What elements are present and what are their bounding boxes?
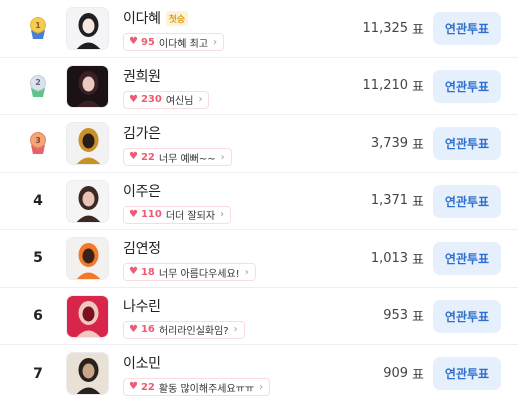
contestant-name: 이주은: [123, 183, 161, 200]
ranking-row[interactable]: 5 김연정 ♥ 18 너무 아름다우세요! › 1,013 표 연관투표: [0, 230, 518, 288]
rank: 5: [22, 230, 54, 287]
gold-medal-icon: 1: [29, 17, 47, 40]
vote-count: 11,210 표: [362, 78, 424, 96]
ranking-row[interactable]: 4 이주은 ♥ 110 더더 잘되자 › 1,371 표 연관투표: [0, 173, 518, 230]
vote-count: 11,325 표: [362, 20, 424, 38]
vote-count: 3,739 표: [370, 135, 424, 153]
cheer-message: 활동 많이해주세요ㅠㅠ: [158, 383, 255, 395]
avatar[interactable]: [66, 237, 109, 280]
chevron-right-icon: ›: [198, 94, 203, 105]
contestant-name: 이소민: [123, 356, 161, 372]
rank-number: 5: [33, 250, 43, 267]
related-vote-button[interactable]: 연관투표: [433, 69, 501, 103]
contestant-name: 김연정: [123, 241, 161, 257]
avatar[interactable]: [66, 294, 109, 338]
heart-icon: ♥: [129, 93, 138, 105]
cheer-message: 여신님: [165, 96, 194, 107]
heart-count: 22: [140, 151, 155, 163]
first-win-badge: 첫승: [165, 10, 188, 26]
related-vote-button[interactable]: 연관투표: [433, 299, 501, 333]
cheer-message: 허리라인실화임?: [158, 326, 229, 337]
ranking-row[interactable]: 2 권희원 ♥ 230 여신님 › 11,210 표 연관투표: [0, 58, 518, 115]
cheer-message-chip[interactable]: ♥ 16 허리라인실화임? ›: [123, 320, 245, 339]
avatar[interactable]: [66, 64, 109, 108]
related-vote-button[interactable]: 연관투표: [433, 12, 501, 45]
ranking-row[interactable]: 1 이다혜 첫승 ♥ 95 이다혜 최고 › 11,325 표 연관투표: [0, 0, 518, 58]
rank: 3: [22, 115, 54, 172]
heart-count: 18: [140, 266, 155, 278]
vote-count: 953 표: [383, 308, 424, 326]
heart-icon: ♥: [129, 151, 138, 162]
related-vote-button[interactable]: 연관투표: [433, 127, 501, 160]
rank: 6: [22, 288, 54, 345]
related-vote-button[interactable]: 연관투표: [433, 242, 501, 275]
contestant-name: 나수린: [123, 298, 161, 315]
chevron-right-icon: ›: [259, 381, 264, 393]
rank: 2: [22, 58, 54, 115]
cheer-message: 너무 아름다우세요!: [158, 268, 240, 280]
vote-count: 1,013 표: [370, 250, 424, 268]
cheer-message-chip[interactable]: ♥ 110 더더 잘되자 ›: [123, 205, 232, 224]
chevron-right-icon: ›: [244, 266, 249, 278]
chevron-right-icon: ›: [220, 209, 225, 220]
ranking-row[interactable]: 6 나수린 ♥ 16 허리라인실화임? › 953 표 연관투표: [0, 288, 518, 345]
rank: 4: [22, 173, 54, 230]
cheer-message: 이다혜 최고: [158, 38, 209, 50]
chevron-right-icon: ›: [233, 324, 238, 335]
heart-count: 95: [140, 36, 155, 48]
rank-number: 7: [33, 365, 43, 382]
avatar[interactable]: [66, 352, 109, 395]
heart-icon: ♥: [129, 381, 138, 392]
silver-medal-icon: 2: [29, 74, 47, 97]
cheer-message-chip[interactable]: ♥ 95 이다혜 최고 ›: [123, 33, 225, 51]
rank-number: 4: [33, 192, 43, 209]
heart-icon: ♥: [129, 266, 138, 277]
vote-count: 909 표: [383, 366, 424, 384]
rank: 7: [22, 345, 54, 403]
bronze-medal-icon: 3: [29, 132, 47, 155]
avatar[interactable]: [66, 179, 109, 223]
cheer-message-chip[interactable]: ♥ 18 너무 아름다우세요! ›: [123, 263, 256, 281]
contestant-name: 김가은: [123, 126, 161, 142]
vote-count: 1,371 표: [370, 193, 424, 211]
heart-icon: ♥: [129, 36, 138, 47]
cheer-message-chip[interactable]: ♥ 230 여신님 ›: [123, 90, 210, 109]
contestant-name: 권희원: [123, 68, 161, 85]
rank: 1: [22, 0, 54, 57]
chevron-right-icon: ›: [220, 151, 225, 163]
ranking-row[interactable]: 7 이소민 ♥ 22 활동 많이해주세요ㅠㅠ › 909 표 연관투표: [0, 345, 518, 403]
cheer-message-chip[interactable]: ♥ 22 너무 예뻐~~ ›: [123, 148, 232, 166]
chevron-right-icon: ›: [213, 36, 218, 48]
heart-count: 110: [140, 209, 162, 220]
avatar[interactable]: [66, 7, 109, 50]
related-vote-button[interactable]: 연관투표: [433, 357, 501, 390]
heart-icon: ♥: [129, 323, 138, 335]
heart-count: 16: [140, 324, 155, 335]
ranking-list: 1 이다혜 첫승 ♥ 95 이다혜 최고 › 11,325 표 연관투표 2 권희원 ♥ 230 여신님 › 1…: [0, 0, 518, 403]
cheer-message: 너무 예뻐~~: [158, 153, 216, 165]
heart-count: 22: [140, 381, 155, 393]
cheer-message-chip[interactable]: ♥ 22 활동 많이해주세요ㅠㅠ ›: [123, 378, 271, 396]
contestant-name: 이다혜 첫승: [123, 8, 188, 28]
ranking-row[interactable]: 3 김가은 ♥ 22 너무 예뻐~~ › 3,739 표 연관투표: [0, 115, 518, 173]
heart-count: 230: [140, 94, 162, 105]
heart-icon: ♥: [129, 208, 138, 220]
rank-number: 6: [33, 307, 43, 324]
avatar[interactable]: [66, 122, 109, 165]
cheer-message: 더더 잘되자: [165, 211, 216, 222]
related-vote-button[interactable]: 연관투표: [433, 184, 501, 218]
